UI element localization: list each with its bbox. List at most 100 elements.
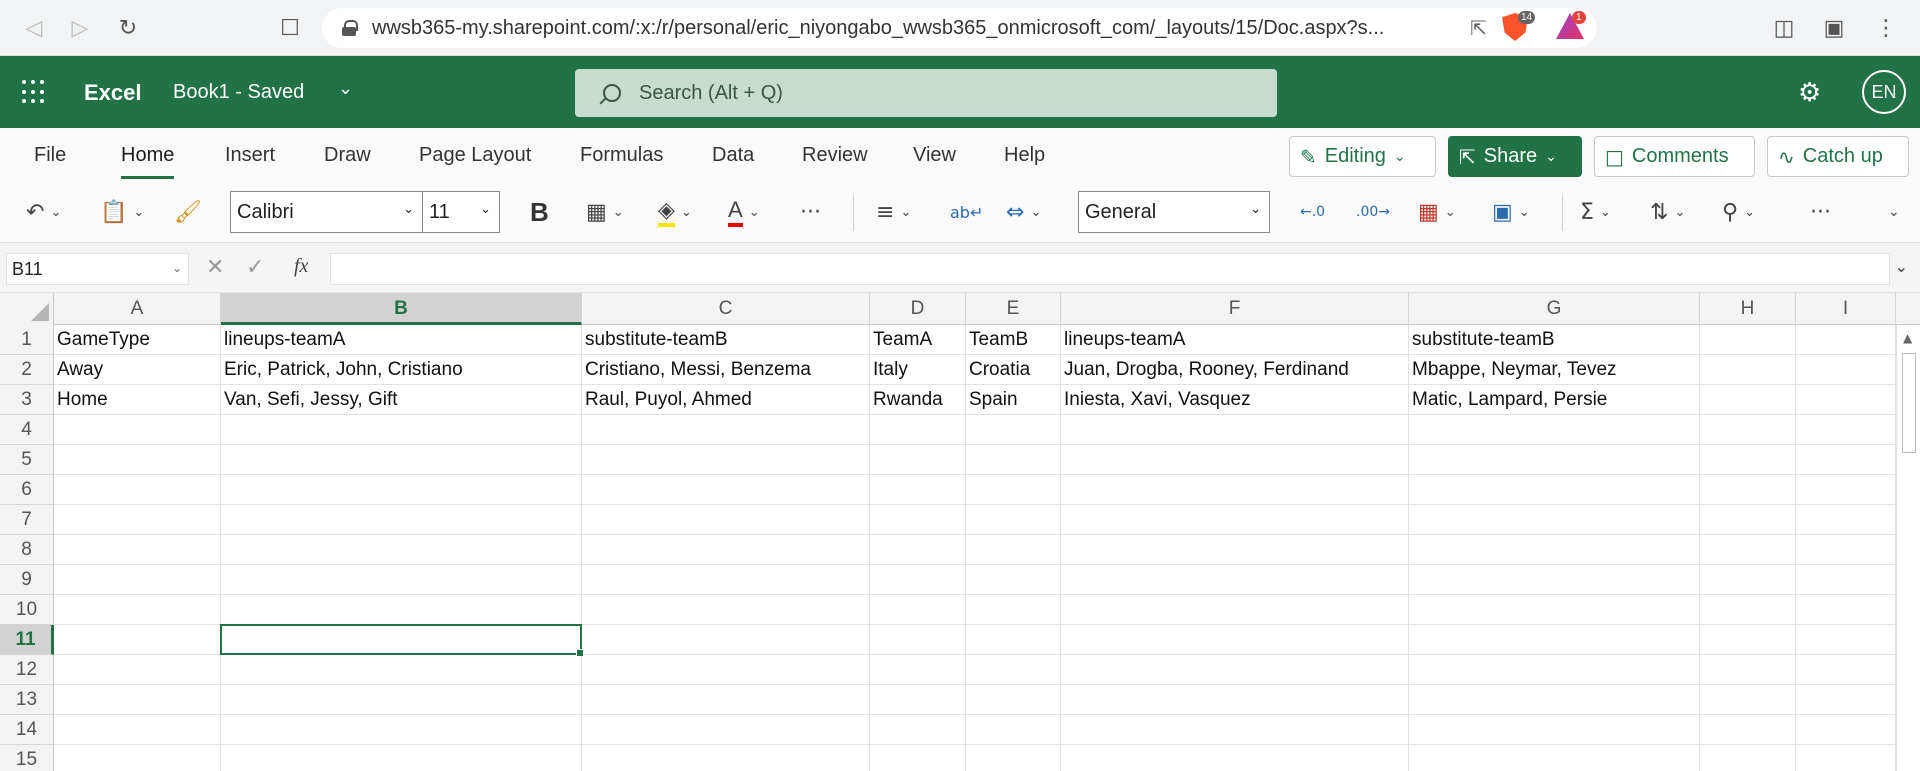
cell-e1[interactable]: TeamB	[966, 325, 1061, 355]
scroll-thumb[interactable]	[1902, 353, 1916, 453]
cell-c13[interactable]	[582, 685, 870, 715]
cell-b14[interactable]	[221, 715, 582, 745]
row-header-8[interactable]: 8	[0, 535, 54, 565]
cell-b5[interactable]	[221, 445, 582, 475]
formula-input[interactable]	[330, 253, 1890, 285]
cell-f3[interactable]: Iniesta, Xavi, Vasquez	[1061, 385, 1409, 415]
cell-a12[interactable]	[54, 655, 221, 685]
bold-button[interactable]: B	[530, 196, 549, 228]
cell-a1[interactable]: GameType	[54, 325, 221, 355]
cell-a8[interactable]	[54, 535, 221, 565]
vertical-scrollbar[interactable]: ▲	[1896, 325, 1920, 771]
cell-i11[interactable]	[1796, 625, 1896, 655]
cell-e3[interactable]: Spain	[966, 385, 1061, 415]
cell-c12[interactable]	[582, 655, 870, 685]
cell-c1[interactable]: substitute-teamB	[582, 325, 870, 355]
cell-g1[interactable]: substitute-teamB	[1409, 325, 1700, 355]
cell-i12[interactable]	[1796, 655, 1896, 685]
document-title[interactable]: Book1 - Saved	[173, 81, 304, 104]
font-name-select[interactable]: Calibri ⌄	[230, 191, 423, 233]
cell-a7[interactable]	[54, 505, 221, 535]
comments-button[interactable]: □ Comments	[1594, 136, 1755, 177]
name-box[interactable]: B11 ⌄	[6, 253, 189, 285]
cell-a11[interactable]	[54, 625, 221, 655]
row-header-10[interactable]: 10	[0, 595, 54, 625]
cell-c14[interactable]	[582, 715, 870, 745]
editing-mode-button[interactable]: ✎ Editing ⌄	[1289, 136, 1436, 177]
decrease-decimal-icon[interactable]: .00→	[1356, 196, 1390, 228]
spreadsheet-grid[interactable]: ABCDEFGHI 1 GameType lineups-teamA substitu…	[0, 293, 1920, 771]
cell-g6[interactable]	[1409, 475, 1700, 505]
tab-data[interactable]: Data	[712, 144, 754, 167]
select-all-corner[interactable]	[0, 293, 54, 325]
cell-g11[interactable]	[1409, 625, 1700, 655]
column-header-e[interactable]: E	[966, 293, 1061, 325]
cell-a15[interactable]	[54, 745, 221, 771]
cell-i6[interactable]	[1796, 475, 1896, 505]
row-header-9[interactable]: 9	[0, 565, 54, 595]
cell-d2[interactable]: Italy	[870, 355, 966, 385]
cell-b2[interactable]: Eric, Patrick, John, Cristiano	[221, 355, 582, 385]
brave-shield-icon[interactable]: 14	[1502, 11, 1536, 43]
increase-decimal-icon[interactable]: ←.0	[1300, 196, 1325, 228]
cell-h8[interactable]	[1700, 535, 1796, 565]
cell-i13[interactable]	[1796, 685, 1896, 715]
tab-page-layout[interactable]: Page Layout	[419, 144, 531, 167]
cell-b6[interactable]	[221, 475, 582, 505]
tab-draw[interactable]: Draw	[324, 144, 371, 167]
chevron-down-icon[interactable]: ⌄	[1895, 257, 1908, 276]
undo-icon[interactable]: ↶ ⌄	[26, 196, 61, 228]
cell-e13[interactable]	[966, 685, 1061, 715]
browser-menu-icon[interactable]: ⋮	[1872, 14, 1900, 42]
cell-g9[interactable]	[1409, 565, 1700, 595]
app-launcher-icon[interactable]	[22, 80, 46, 104]
column-header-f[interactable]: F	[1061, 293, 1409, 325]
column-header-i[interactable]: I	[1796, 293, 1896, 325]
cell-f1[interactable]: lineups-teamA	[1061, 325, 1409, 355]
cell-h7[interactable]	[1700, 505, 1796, 535]
cell-g7[interactable]	[1409, 505, 1700, 535]
cell-e14[interactable]	[966, 715, 1061, 745]
cell-b7[interactable]	[221, 505, 582, 535]
cell-d14[interactable]	[870, 715, 966, 745]
row-header-1[interactable]: 1	[0, 325, 54, 355]
tab-file[interactable]: File	[34, 144, 66, 167]
row-header-13[interactable]: 13	[0, 685, 54, 715]
fill-color-icon[interactable]: ◈ ⌄	[658, 196, 692, 228]
cell-a3[interactable]: Home	[54, 385, 221, 415]
forward-icon[interactable]: ▷	[66, 14, 94, 42]
cell-d7[interactable]	[870, 505, 966, 535]
wallet-icon[interactable]: ▣	[1820, 14, 1848, 42]
number-format-select[interactable]: General ⌄	[1078, 191, 1270, 233]
cell-e9[interactable]	[966, 565, 1061, 595]
brave-rewards-icon[interactable]: 1	[1556, 11, 1586, 43]
expand-ribbon-icon[interactable]: ⌄	[1888, 196, 1900, 228]
confirm-icon[interactable]: ✓	[246, 255, 264, 280]
cell-d3[interactable]: Rwanda	[870, 385, 966, 415]
cell-b13[interactable]	[221, 685, 582, 715]
conditional-formatting-icon[interactable]: ▦ ⌄	[1418, 196, 1456, 228]
column-header-d[interactable]: D	[870, 293, 966, 325]
column-header-h[interactable]: H	[1700, 293, 1796, 325]
cell-h3[interactable]	[1700, 385, 1796, 415]
cell-a14[interactable]	[54, 715, 221, 745]
cell-d8[interactable]	[870, 535, 966, 565]
tab-home[interactable]: Home	[121, 144, 175, 179]
app-name[interactable]: Excel	[84, 80, 142, 106]
scroll-up-icon[interactable]: ▲	[1903, 331, 1912, 345]
cell-h11[interactable]	[1700, 625, 1796, 655]
cell-b12[interactable]	[221, 655, 582, 685]
cell-i5[interactable]	[1796, 445, 1896, 475]
search-box[interactable]	[575, 69, 1277, 117]
cell-c8[interactable]	[582, 535, 870, 565]
cell-c6[interactable]	[582, 475, 870, 505]
cell-f4[interactable]	[1061, 415, 1409, 445]
tab-insert[interactable]: Insert	[225, 144, 275, 167]
cell-a6[interactable]	[54, 475, 221, 505]
merge-center-icon[interactable]: ⇔ ⌄	[1006, 196, 1041, 228]
cell-g10[interactable]	[1409, 595, 1700, 625]
cell-f11[interactable]	[1061, 625, 1409, 655]
cell-e12[interactable]	[966, 655, 1061, 685]
row-header-7[interactable]: 7	[0, 505, 54, 535]
wrap-text-icon[interactable]: ab↵	[950, 196, 983, 228]
